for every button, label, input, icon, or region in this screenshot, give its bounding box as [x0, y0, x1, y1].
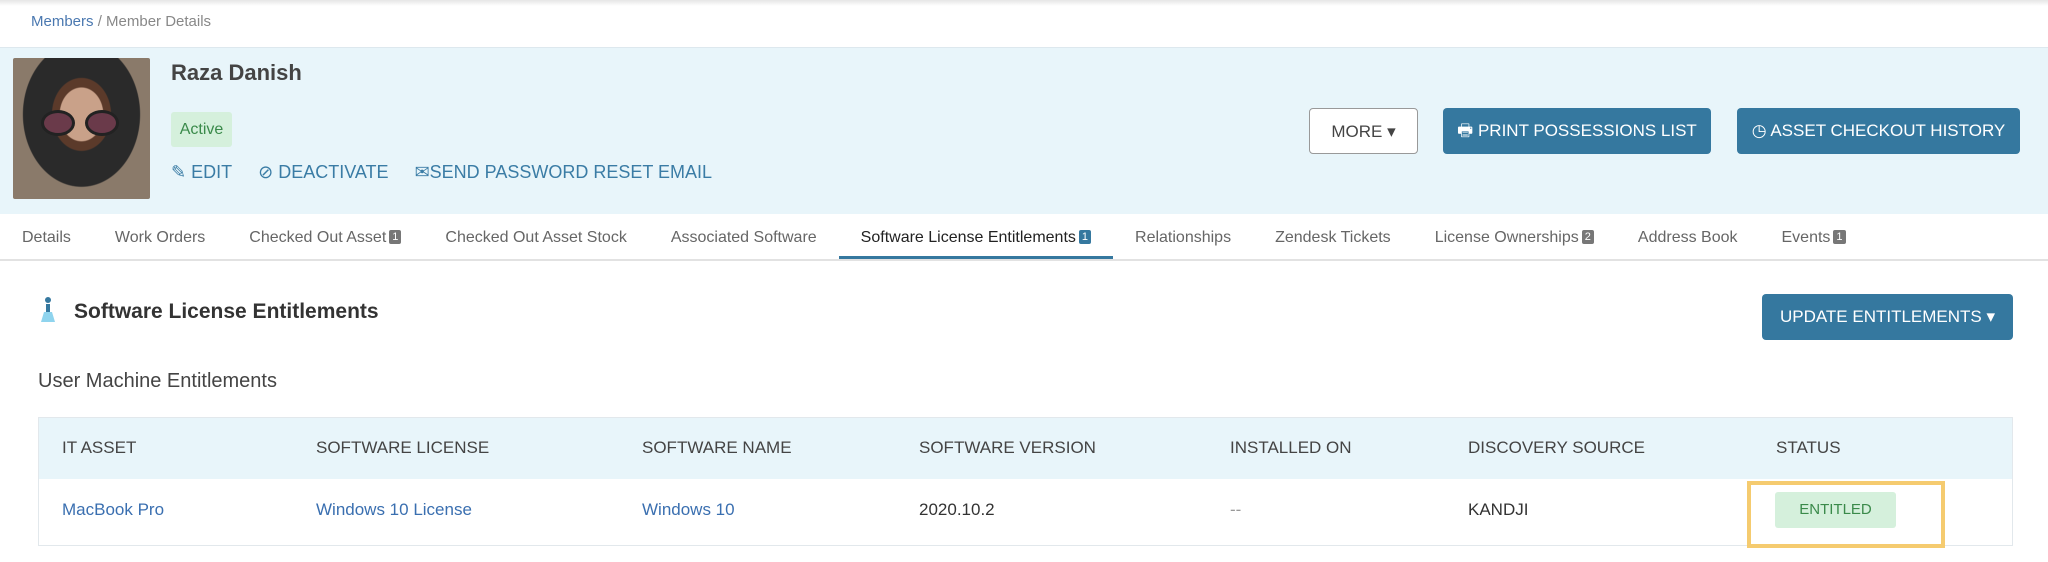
tab-software-license-entitlements[interactable]: Software License Entitlements 1: [838, 214, 1114, 259]
breadcrumb-members-link[interactable]: Members: [31, 13, 94, 30]
tab-label: Software License Entitlements: [860, 229, 1076, 246]
col-it-asset: IT ASSET: [62, 438, 137, 457]
tab-license-ownerships[interactable]: License Ownerships 2: [1413, 214, 1616, 259]
envelope-icon: ✉: [414, 162, 430, 182]
user-license-icon: [41, 297, 55, 322]
asset-link[interactable]: MacBook Pro: [62, 500, 164, 520]
update-entitlements-button[interactable]: UPDATE ENTITLEMENTS ▾: [1762, 294, 2013, 340]
tab-label: Zendesk Tickets: [1275, 229, 1391, 246]
member-header: Raza Danish Active ✎ EDIT ⊘ DEACTIVATE ✉…: [0, 47, 2048, 214]
col-software-license: SOFTWARE LICENSE: [316, 438, 490, 457]
tab-label: Associated Software: [670, 229, 817, 246]
member-actions: ✎ EDIT ⊘ DEACTIVATE ✉SEND PASSWORD RESET…: [171, 162, 712, 183]
history-label: ASSET CHECKOUT HISTORY: [1770, 121, 2006, 140]
send-password-reset-button[interactable]: ✉SEND PASSWORD RESET EMAIL: [415, 162, 713, 183]
deactivate-label: DEACTIVATE: [278, 162, 389, 182]
edit-button[interactable]: ✎ EDIT: [171, 162, 232, 183]
installed-on: --: [1230, 500, 1242, 519]
discovery-source: KANDJI: [1468, 500, 1529, 519]
col-discovery-source: DISCOVERY SOURCE: [1468, 438, 1645, 457]
tab-checked-out-asset[interactable]: Checked Out Asset 1: [227, 214, 423, 259]
ban-icon: ⊘: [258, 162, 279, 182]
col-status: STATUS: [1776, 438, 1841, 457]
tab-label: Details: [22, 229, 71, 246]
col-installed-on: INSTALLED ON: [1230, 438, 1352, 457]
breadcrumb-separator: /: [97, 13, 102, 30]
avatar-glasses-left: [41, 110, 75, 136]
tab-checked-out-asset-stock[interactable]: Checked Out Asset Stock: [423, 214, 648, 259]
count-badge: 2: [1581, 230, 1594, 244]
tab-details[interactable]: Details: [0, 214, 93, 259]
count-badge: 1: [1078, 230, 1092, 244]
print-possessions-button[interactable]: 🖶 PRINT POSSESSIONS LIST: [1443, 108, 1711, 154]
tab-label: Work Orders: [114, 229, 206, 246]
tab-bar: Details Work Orders Checked Out Asset 1 C…: [0, 214, 2048, 261]
tab-label: Address Book: [1637, 229, 1738, 246]
count-badge: 1: [389, 230, 402, 244]
tab-label: Checked Out Asset: [249, 229, 387, 246]
tab-label: Checked Out Asset Stock: [445, 229, 627, 246]
more-button[interactable]: MORE ▾: [1309, 108, 1418, 154]
software-version: 2020.10.2: [919, 500, 995, 519]
edit-label: EDIT: [191, 162, 233, 182]
asset-checkout-history-button[interactable]: ◷ ASSET CHECKOUT HISTORY: [1737, 108, 2020, 154]
tab-associated-software[interactable]: Associated Software: [649, 214, 839, 259]
breadcrumb-current: Member Details: [106, 13, 212, 30]
subsection-title: User Machine Entitlements: [38, 370, 277, 392]
tab-label: Relationships: [1135, 229, 1232, 246]
section-title: Software License Entitlements: [74, 300, 379, 323]
tab-relationships[interactable]: Relationships: [1113, 214, 1253, 259]
col-software-version: SOFTWARE VERSION: [919, 438, 1096, 457]
tab-address-book[interactable]: Address Book: [1616, 214, 1760, 259]
clock-icon: ◷: [1751, 121, 1771, 140]
tab-zendesk-tickets[interactable]: Zendesk Tickets: [1253, 214, 1413, 259]
reset-label: SEND PASSWORD RESET EMAIL: [429, 162, 713, 182]
col-software-name: SOFTWARE NAME: [642, 438, 792, 457]
status-highlight-box: [1747, 481, 1945, 548]
pencil-icon: ✎: [171, 162, 192, 182]
print-label: PRINT POSSESSIONS LIST: [1477, 121, 1697, 140]
tab-label: Events: [1781, 229, 1831, 246]
tab-events[interactable]: Events 1: [1760, 214, 1868, 259]
avatar-glasses-right: [85, 110, 119, 136]
breadcrumb: Members / Member Details: [31, 13, 211, 30]
count-badge: 1: [1833, 230, 1846, 244]
printer-icon: 🖶: [1457, 121, 1478, 140]
entitlements-table: IT ASSET SOFTWARE LICENSE SOFTWARE NAME …: [38, 417, 2013, 546]
status-badge: Active: [171, 112, 232, 147]
top-shadow: [0, 0, 2048, 6]
tab-label: License Ownerships: [1434, 229, 1579, 246]
software-name-link[interactable]: Windows 10: [642, 500, 735, 520]
deactivate-button[interactable]: ⊘ DEACTIVATE: [258, 162, 388, 183]
license-link[interactable]: Windows 10 License: [316, 500, 472, 520]
tab-work-orders[interactable]: Work Orders: [93, 214, 227, 259]
member-name: Raza Danish: [171, 60, 302, 85]
member-avatar: [13, 58, 150, 199]
